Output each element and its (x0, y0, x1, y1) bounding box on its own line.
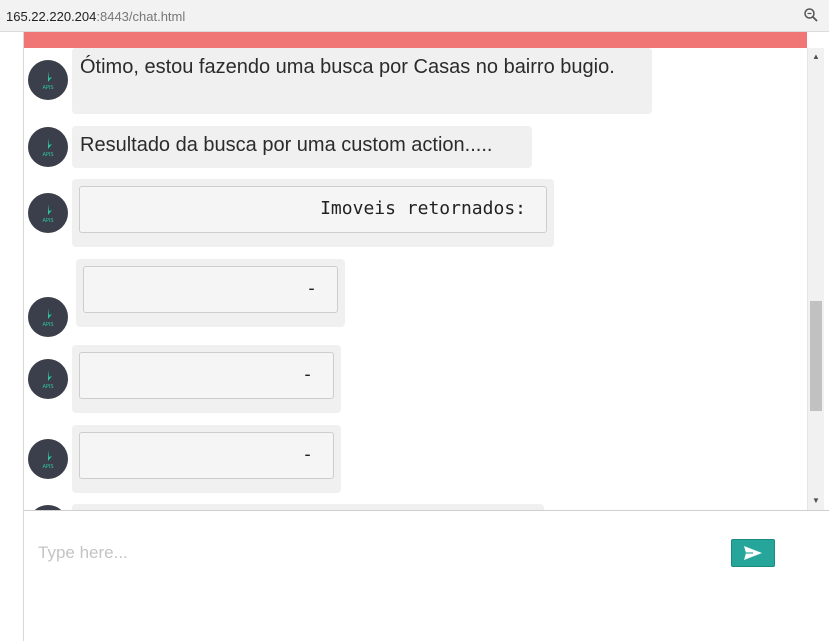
svg-text:APIS: APIS (42, 322, 53, 327)
code-block: Imoveis retornados: (79, 186, 547, 233)
message-bubble: - (76, 259, 345, 327)
bot-avatar-icon: APIS (28, 439, 68, 479)
magnifier-zoom-icon[interactable] (803, 7, 819, 23)
message-bubble: Imoveis retornados: (72, 179, 554, 247)
message-bubble: - (72, 425, 341, 493)
chat-header-strip (24, 32, 807, 48)
message-text: Ótimo, estou fazendo uma busca por Casas… (80, 56, 615, 78)
svg-text:APIS: APIS (42, 152, 53, 157)
message-bubble: Resultado da busca por uma custom action… (72, 126, 532, 168)
bot-avatar-icon: APIS (28, 127, 68, 167)
message-text: Resultado da busca por uma custom action… (80, 134, 493, 156)
send-icon (744, 546, 762, 560)
message-scrollbar[interactable]: ▲ ▼ (807, 48, 824, 510)
send-button[interactable] (731, 539, 775, 567)
svg-text:APIS: APIS (42, 218, 53, 223)
code-block: - (79, 432, 334, 479)
scrollbar-thumb[interactable] (810, 301, 822, 411)
browser-address-bar: 165.22.220.204:8443/chat.html (0, 0, 829, 32)
svg-text:APIS: APIS (42, 384, 53, 389)
url-field[interactable]: 165.22.220.204:8443/chat.html (6, 9, 185, 24)
code-block: - (79, 352, 334, 399)
message-composer (24, 510, 829, 642)
url-path: :8443/chat.html (96, 9, 186, 24)
message-bubble: Ótimo, estou fazendo uma busca por Casas… (72, 48, 652, 114)
message-bubble: - (72, 345, 341, 413)
url-host: 165.22.220.204 (6, 9, 97, 24)
scroll-down-arrow-icon[interactable]: ▼ (808, 494, 824, 508)
bot-avatar-icon: APIS (28, 297, 68, 337)
message-list[interactable]: APIS Ótimo, estou fazendo uma busca por … (24, 48, 807, 510)
scroll-up-arrow-icon[interactable]: ▲ (808, 50, 824, 64)
message-input[interactable] (38, 539, 718, 567)
svg-text:APIS: APIS (42, 85, 53, 90)
bot-avatar-icon: APIS (28, 193, 68, 233)
code-block: - (83, 266, 338, 313)
bot-avatar-icon: APIS (28, 60, 68, 100)
svg-text:APIS: APIS (42, 464, 53, 469)
chat-widget: APIS Ótimo, estou fazendo uma busca por … (23, 32, 829, 642)
bot-avatar-icon: APIS (28, 359, 68, 399)
